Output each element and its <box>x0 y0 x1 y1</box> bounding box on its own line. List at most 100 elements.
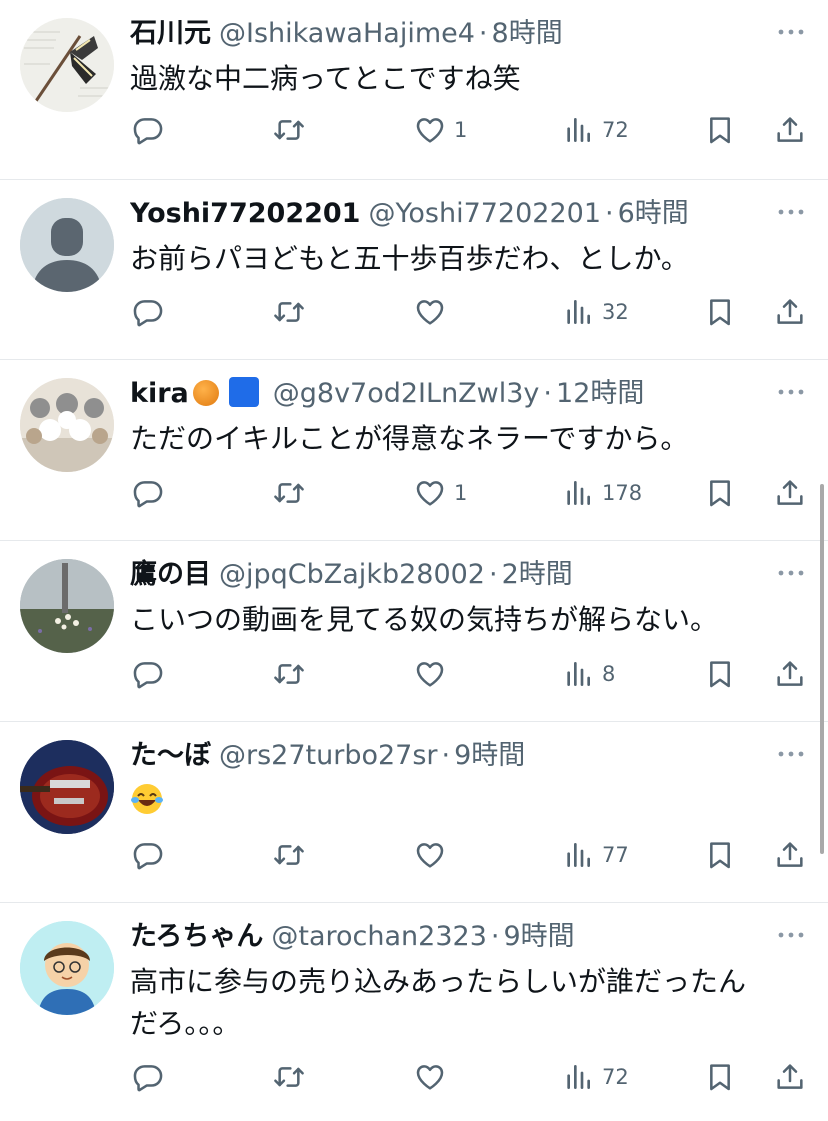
retweet-icon <box>273 477 305 509</box>
bookmark-icon <box>704 1061 736 1093</box>
retweet-icon <box>273 1061 305 1093</box>
like-icon <box>414 114 446 146</box>
display-name[interactable]: 石川元 <box>130 18 211 49</box>
tweet-text: お前らパヨどもと五十歩百歩だわ、としか。 <box>130 242 689 275</box>
retweet-button[interactable] <box>273 292 305 332</box>
views-button[interactable]: 72 <box>562 110 629 150</box>
reply-button[interactable] <box>132 1057 164 1097</box>
more-icon[interactable] <box>776 563 806 583</box>
like-button[interactable]: 1 <box>414 473 467 513</box>
cartoon-boy-avatar[interactable] <box>20 921 114 1015</box>
views-icon <box>562 296 594 328</box>
reply-button[interactable] <box>132 292 164 332</box>
retweet-button[interactable] <box>273 110 305 150</box>
bookmark-button[interactable] <box>704 654 736 694</box>
tweet[interactable]: Yoshi77202201 @Yoshi77202201 · 6時間 お前らパヨどもと… <box>0 180 828 360</box>
retweet-button[interactable] <box>273 654 305 694</box>
bookmark-button[interactable] <box>704 110 736 150</box>
user-handle[interactable]: @tarochan2323 <box>271 921 487 952</box>
tweet[interactable]: たろちゃん @tarochan2323 · 9時間 高市に参与の売り込みあったらしいが… <box>0 903 828 1121</box>
bookmark-button[interactable] <box>704 473 736 513</box>
retweet-button[interactable] <box>273 473 305 513</box>
user-handle[interactable]: @g8v7od2ILnZwl3y <box>273 378 540 409</box>
display-name[interactable]: た〜ぼ <box>130 740 211 771</box>
action-bar: 32 <box>130 292 808 332</box>
display-name[interactable]: Yoshi77202201 <box>130 198 360 229</box>
tweet[interactable]: た〜ぼ @rs27turbo27sr · 9時間 77 <box>0 722 828 903</box>
more-icon[interactable] <box>776 22 806 42</box>
timestamp[interactable]: 8時間 <box>492 18 563 49</box>
share-button[interactable] <box>774 654 806 694</box>
like-icon <box>414 839 446 871</box>
views-icon <box>562 477 594 509</box>
more-icon[interactable] <box>776 202 806 222</box>
blue-square-emoji-icon <box>228 377 259 407</box>
share-icon <box>774 839 806 871</box>
user-handle[interactable]: @rs27turbo27sr <box>219 740 438 771</box>
timestamp[interactable]: 12時間 <box>556 378 644 409</box>
timestamp[interactable]: 9時間 <box>503 921 574 952</box>
display-name[interactable]: kira <box>130 378 189 409</box>
action-bar: 1 72 <box>130 110 808 150</box>
cats-avatar[interactable] <box>20 378 114 472</box>
like-button[interactable] <box>414 654 454 694</box>
share-button[interactable] <box>774 110 806 150</box>
user-handle[interactable]: @Yoshi77202201 <box>368 198 601 229</box>
views-button[interactable]: 72 <box>562 1057 629 1097</box>
more-icon[interactable] <box>776 925 806 945</box>
bookmark-icon <box>704 477 736 509</box>
bookmark-button[interactable] <box>704 292 736 332</box>
bookmark-button[interactable] <box>704 835 736 875</box>
views-button[interactable]: 178 <box>562 473 642 513</box>
retweet-button[interactable] <box>273 1057 305 1097</box>
retweet-button[interactable] <box>273 835 305 875</box>
default-avatar[interactable] <box>20 198 114 292</box>
share-button[interactable] <box>774 292 806 332</box>
separator: · <box>543 378 553 409</box>
more-icon[interactable] <box>776 744 806 764</box>
like-button[interactable] <box>414 292 454 332</box>
views-button[interactable]: 8 <box>562 654 615 694</box>
tweet[interactable]: kira @g8v7od2ILnZwl3y · 12時間 ただのイキルことが得意なネラ… <box>0 360 828 541</box>
timestamp[interactable]: 2時間 <box>502 559 573 590</box>
user-handle[interactable]: @jpqCbZajkb28002 <box>219 559 485 590</box>
reply-button[interactable] <box>132 654 164 694</box>
tweet[interactable]: 鷹の目 @jpqCbZajkb28002 · 2時間 こいつの動画を見てる奴の気持ちが… <box>0 541 828 722</box>
timestamp[interactable]: 9時間 <box>454 740 525 771</box>
reply-icon <box>132 296 164 328</box>
share-icon <box>774 114 806 146</box>
share-button[interactable] <box>774 1057 806 1097</box>
tweet-text: 高市に参与の売り込みあったらしいが誰だったん だろ。。。 <box>130 961 788 1045</box>
views-icon <box>562 1061 594 1093</box>
butterfly-avatar[interactable] <box>20 18 114 112</box>
reply-button[interactable] <box>132 835 164 875</box>
more-icon[interactable] <box>776 382 806 402</box>
separator: · <box>490 921 500 952</box>
bookmark-button[interactable] <box>704 1057 736 1097</box>
tweet-text: 過激な中二病ってとこですね笑 <box>130 62 521 95</box>
scrollbar[interactable] <box>820 484 824 854</box>
reply-icon <box>132 1061 164 1093</box>
display-name[interactable]: 鷹の目 <box>130 559 211 590</box>
like-button[interactable] <box>414 835 454 875</box>
reply-button[interactable] <box>132 473 164 513</box>
separator: · <box>605 198 614 229</box>
tweet[interactable]: 石川元 @IshikawaHajime4 · 8時間 過激な中二病ってとこですね笑 1… <box>0 0 828 180</box>
like-button[interactable] <box>414 1057 454 1097</box>
timestamp[interactable]: 6時間 <box>618 198 689 229</box>
action-bar: 72 <box>130 1057 808 1097</box>
guitar-avatar[interactable] <box>20 740 114 834</box>
share-button[interactable] <box>774 835 806 875</box>
bookmark-icon <box>704 296 736 328</box>
views-button[interactable]: 77 <box>562 835 629 875</box>
share-button[interactable] <box>774 473 806 513</box>
like-button[interactable]: 1 <box>414 110 467 150</box>
action-bar: 8 <box>130 654 808 694</box>
user-handle[interactable]: @IshikawaHajime4 <box>219 18 475 49</box>
like-icon <box>414 477 446 509</box>
field-avatar[interactable] <box>20 559 114 653</box>
views-button[interactable]: 32 <box>562 292 629 332</box>
display-name[interactable]: たろちゃん <box>130 921 263 952</box>
reply-button[interactable] <box>132 110 164 150</box>
orange-emoji-icon <box>192 380 219 406</box>
